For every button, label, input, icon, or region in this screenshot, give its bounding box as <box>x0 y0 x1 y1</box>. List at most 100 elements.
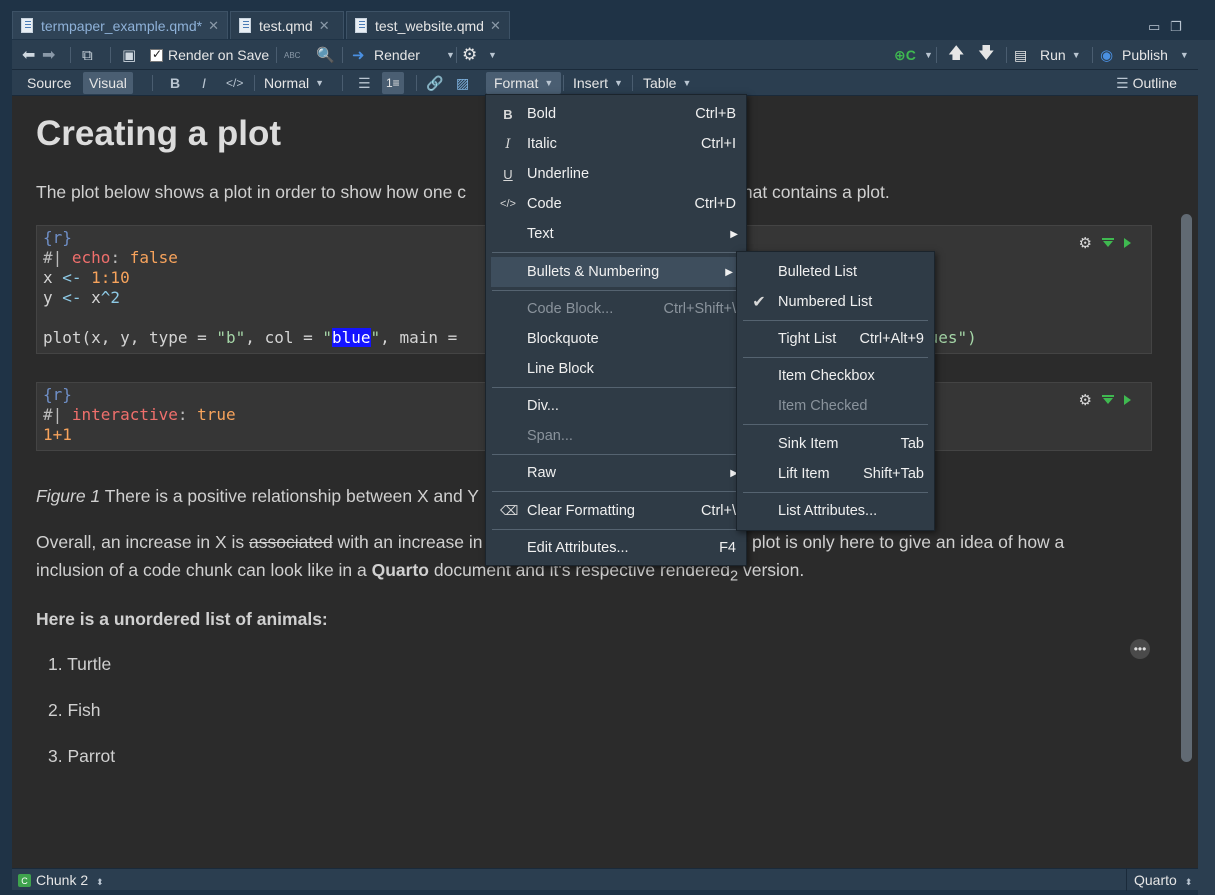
menu-item-bullets-numbering[interactable]: Bullets & Numbering ▶ <box>491 257 741 287</box>
run-button[interactable]: Run ▼ <box>1040 40 1081 70</box>
minimize-icon[interactable]: ▭ <box>1148 19 1160 35</box>
gear-icon[interactable]: ⚙ <box>462 40 477 70</box>
arrow-up-icon[interactable]: 🡅 <box>948 40 964 70</box>
outline-label: Outline <box>1132 75 1177 91</box>
menu-item-lift-item[interactable]: Lift Item Shift+Tab <box>737 459 934 489</box>
document-type-select[interactable]: Quarto ⬍ <box>1134 872 1192 888</box>
tab-termpaper-example[interactable]: termpaper_example.qmd* ✕ <box>12 11 228 39</box>
code-token: x <box>43 268 63 287</box>
render-icon[interactable]: ➜ <box>352 40 365 70</box>
render-dropdown[interactable]: ▼ <box>440 40 455 70</box>
italic-icon: I <box>505 136 511 152</box>
menu-item-sink-item[interactable]: Sink Item Tab <box>737 429 934 459</box>
close-icon[interactable]: ✕ <box>490 18 501 34</box>
gear-icon[interactable]: ⚙ <box>1079 234 1092 252</box>
menu-item-numbered-list[interactable]: ✔ Numbered List <box>737 287 934 317</box>
gear-icon[interactable]: ⚙ <box>1079 391 1092 409</box>
menu-item-shortcut: Tab <box>900 436 924 452</box>
italic-button[interactable]: I <box>202 70 206 96</box>
vertical-scrollbar[interactable] <box>1176 96 1198 868</box>
image-icon[interactable]: ▨ <box>456 70 469 96</box>
menu-item-div[interactable]: Div... <box>486 391 746 421</box>
document-icon <box>239 18 251 33</box>
menu-item-tight-list[interactable]: Tight List Ctrl+Alt+9 <box>737 324 934 354</box>
menu-item-raw[interactable]: Raw ▶ <box>486 458 746 488</box>
menu-item-label: Bullets & Numbering <box>527 264 660 280</box>
menu-item-blockquote[interactable]: Blockquote <box>486 324 746 354</box>
chunk-icon: C <box>18 874 31 887</box>
publish-button[interactable]: Publish ▼ <box>1122 40 1189 70</box>
chevron-down-icon: ▼ <box>544 78 554 88</box>
paragraph-style-select[interactable]: Normal ▼ <box>264 70 324 96</box>
insert-menu-button[interactable]: Insert ▼ <box>573 70 623 96</box>
code-token: <- <box>62 268 82 287</box>
menu-item-shortcut: Ctrl+I <box>700 136 736 152</box>
up-down-icon: ⬍ <box>96 877 104 887</box>
menu-item-label: Italic <box>527 136 557 152</box>
settings-dropdown[interactable]: ▼ <box>482 40 497 70</box>
back-icon[interactable]: ⬅ <box>22 40 35 70</box>
menu-item-italic[interactable]: I Italic Ctrl+I <box>486 129 746 159</box>
run-previous-icon[interactable] <box>1102 238 1114 248</box>
close-icon[interactable]: ✕ <box>319 18 330 34</box>
chunk-header: {r} <box>43 228 72 247</box>
publish-icon[interactable]: ◉ <box>1100 40 1113 70</box>
render-button[interactable]: Render <box>374 40 420 70</box>
close-icon[interactable]: ✕ <box>208 18 219 34</box>
menu-item-clear-formatting[interactable]: ⌫ Clear Formatting Ctrl+\ <box>486 496 746 526</box>
tab-test[interactable]: test.qmd ✕ <box>230 11 344 39</box>
menu-item-label: Bold <box>527 106 557 122</box>
run-icon[interactable]: ▤ <box>1014 40 1027 70</box>
run-chunk-icon[interactable] <box>1124 238 1131 248</box>
document-icon <box>21 18 33 33</box>
render-on-save-checkbox[interactable]: Render on Save <box>150 40 269 70</box>
save-icon[interactable]: ▣ <box>122 40 136 70</box>
bold-text: Quarto <box>371 560 429 580</box>
menu-item-label: Code <box>527 196 562 212</box>
chevron-down-icon: ▼ <box>488 50 497 60</box>
forward-icon[interactable]: ➡ <box>42 40 55 70</box>
tab-label: test.qmd <box>259 17 313 34</box>
insert-chunk-dropdown[interactable]: ▼ <box>918 40 933 70</box>
menu-item-span: Span... <box>486 421 746 451</box>
run-previous-icon[interactable] <box>1102 395 1114 405</box>
chunk-toolbar: ⚙ <box>1079 391 1131 409</box>
more-options-icon[interactable]: ••• <box>1130 639 1150 659</box>
menu-item-text[interactable]: Text ▶ <box>486 219 746 249</box>
chevron-right-icon: ▶ <box>725 266 733 278</box>
menu-item-line-block[interactable]: Line Block <box>486 354 746 384</box>
outline-button[interactable]: ☰ Outline <box>1116 70 1177 96</box>
menu-item-underline[interactable]: U Underline <box>486 159 746 189</box>
bulleted-list-icon[interactable]: ☰ <box>358 70 371 96</box>
chunk-option-value: true <box>197 405 236 424</box>
run-chunk-icon[interactable] <box>1124 395 1131 405</box>
show-in-window-icon[interactable]: ⧉ <box>82 40 93 70</box>
menu-item-edit-attributes[interactable]: Edit Attributes... F4 <box>486 533 746 563</box>
tab-test-website[interactable]: test_website.qmd ✕ <box>346 11 510 39</box>
format-menu-button[interactable]: Format ▼ <box>486 72 562 94</box>
chunk-option-prefix: #| <box>43 405 72 424</box>
scrollbar-thumb[interactable] <box>1181 214 1192 762</box>
insert-label: Insert <box>573 75 609 91</box>
code-button[interactable]: </> <box>226 70 243 96</box>
search-icon[interactable]: 🔍 <box>316 40 335 70</box>
menu-item-bold[interactable]: B Bold Ctrl+B <box>486 99 746 129</box>
menu-item-code[interactable]: </> Code Ctrl+D <box>486 189 746 219</box>
menu-item-bulleted-list[interactable]: Bulleted List <box>737 257 934 287</box>
link-icon[interactable]: 🔗 <box>426 70 443 96</box>
clear-formatting-icon: ⌫ <box>500 503 519 518</box>
numbered-list-icon[interactable]: 1≡ <box>382 72 404 94</box>
table-menu-button[interactable]: Table ▼ <box>643 70 691 96</box>
menu-item-item-checkbox[interactable]: Item Checkbox <box>737 361 934 391</box>
spellcheck-icon[interactable]: ABC <box>284 40 300 70</box>
visual-mode-button[interactable]: Visual <box>83 72 133 94</box>
paragraph-style-value: Normal <box>264 75 310 91</box>
insert-chunk-icon[interactable]: ⊕C <box>894 40 916 70</box>
maximize-icon[interactable]: ❐ <box>1170 19 1182 35</box>
arrow-down-icon[interactable]: 🡇 <box>978 40 994 70</box>
chunk-navigator[interactable]: Chunk 2 ⬍ <box>36 872 104 888</box>
source-mode-button[interactable]: Source <box>27 70 71 96</box>
underline-icon: U <box>503 166 513 182</box>
menu-item-list-attributes[interactable]: List Attributes... <box>737 496 934 526</box>
bold-button[interactable]: B <box>170 70 180 96</box>
